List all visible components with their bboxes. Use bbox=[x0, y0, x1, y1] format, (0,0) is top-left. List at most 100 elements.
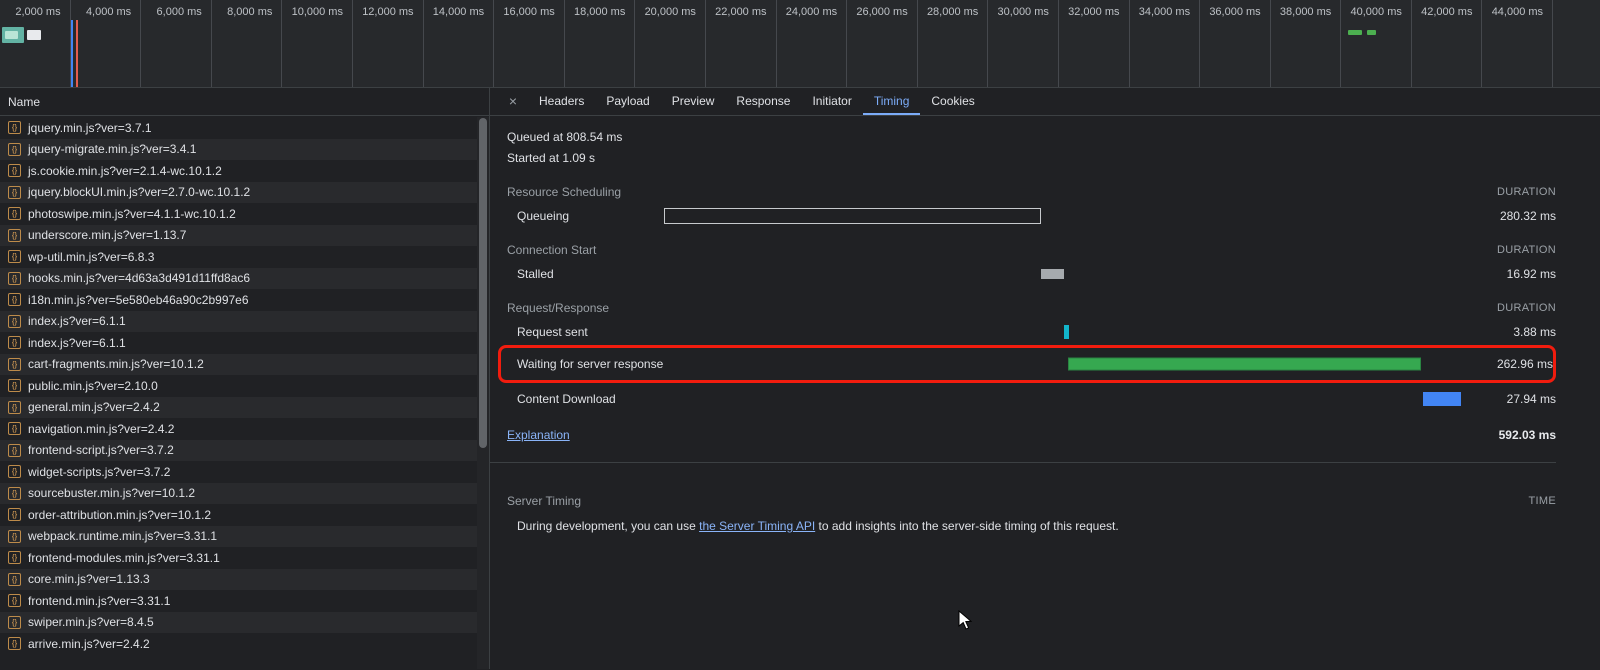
request-row[interactable]: {}sourcebuster.min.js?ver=10.1.2 bbox=[0, 483, 477, 505]
request-row[interactable]: {}underscore.min.js?ver=1.13.7 bbox=[0, 225, 477, 247]
script-file-icon: {} bbox=[8, 293, 21, 306]
request-name: frontend-script.js?ver=3.7.2 bbox=[28, 443, 174, 457]
timeline-ruler: 2,000 ms4,000 ms6,000 ms8,000 ms10,000 m… bbox=[0, 0, 1600, 87]
request-name: core.min.js?ver=1.13.3 bbox=[28, 572, 150, 586]
script-file-icon: {} bbox=[8, 530, 21, 543]
request-row[interactable]: {} jquery.min.js?ver=3.7.1 bbox=[0, 117, 477, 139]
request-row[interactable]: {}js.cookie.min.js?ver=2.1.4-wc.10.1.2 bbox=[0, 160, 477, 182]
timeline-tick-label: 12,000 ms bbox=[353, 0, 424, 87]
script-file-icon: {} bbox=[8, 508, 21, 521]
close-icon[interactable]: × bbox=[498, 88, 528, 115]
request-row[interactable]: {}jquery-migrate.min.js?ver=3.4.1 bbox=[0, 139, 477, 161]
request-row[interactable]: {}frontend-script.js?ver=3.7.2 bbox=[0, 440, 477, 462]
timing-section-header: Request/ResponseDURATION bbox=[490, 300, 1556, 316]
timing-bar-track bbox=[664, 261, 1461, 287]
request-name: index.js?ver=6.1.1 bbox=[28, 336, 126, 350]
timing-bar-waiting-for-server-response bbox=[1068, 358, 1421, 371]
request-row[interactable]: {} index.js?ver=6.1.1 bbox=[0, 332, 477, 354]
server-timing-api-link[interactable]: the Server Timing API bbox=[699, 519, 815, 533]
request-row[interactable]: {}public.min.js?ver=2.10.0 bbox=[0, 375, 477, 397]
name-column-header[interactable]: Name bbox=[0, 88, 489, 116]
tab-headers[interactable]: Headers bbox=[528, 88, 595, 115]
request-row[interactable]: {}navigation.min.js?ver=2.4.2 bbox=[0, 418, 477, 440]
timeline-tick-label: 18,000 ms bbox=[565, 0, 636, 87]
request-name: jquery-migrate.min.js?ver=3.4.1 bbox=[28, 142, 196, 156]
request-row[interactable]: {}general.min.js?ver=2.4.2 bbox=[0, 397, 477, 419]
script-file-icon: {} bbox=[8, 250, 21, 263]
timeline-tick-label: 16,000 ms bbox=[494, 0, 565, 87]
tab-payload[interactable]: Payload bbox=[595, 88, 660, 115]
request-name: cart-fragments.min.js?ver=10.1.2 bbox=[28, 357, 204, 371]
request-name: i18n.min.js?ver=5e580eb46a90c2b997e6 bbox=[28, 293, 249, 307]
request-row[interactable]: {}swiper.min.js?ver=8.4.5 bbox=[0, 612, 477, 634]
request-name: widget-scripts.js?ver=3.7.2 bbox=[28, 465, 170, 479]
timing-duration: 27.94 ms bbox=[1461, 392, 1556, 406]
server-timing-header: Server Timing TIME bbox=[490, 493, 1556, 509]
requests-scrollbar[interactable] bbox=[477, 117, 489, 669]
request-row[interactable]: {} order-attribution.min.js?ver=10.1.2 bbox=[0, 504, 477, 526]
tab-preview[interactable]: Preview bbox=[661, 88, 726, 115]
timing-bar-track bbox=[664, 348, 1458, 380]
request-name: webpack.runtime.min.js?ver=3.31.1 bbox=[28, 529, 217, 543]
detail-tabbar: × HeadersPayloadPreviewResponseInitiator… bbox=[490, 88, 1600, 116]
section-title: Connection Start bbox=[507, 242, 596, 258]
timing-bar-stalled bbox=[1041, 269, 1064, 279]
duration-column-header: DURATION bbox=[1497, 300, 1556, 316]
request-row[interactable]: {}wp-util.min.js?ver=6.8.3 bbox=[0, 246, 477, 268]
script-file-icon: {} bbox=[8, 487, 21, 500]
script-file-icon: {} bbox=[8, 121, 21, 134]
name-column-label: Name bbox=[8, 95, 40, 109]
timeline-tick-label: 24,000 ms bbox=[777, 0, 848, 87]
timing-duration: 280.32 ms bbox=[1461, 209, 1556, 223]
total-duration: 592.03 ms bbox=[1499, 428, 1556, 442]
request-row[interactable]: {}index.js?ver=6.1.1 bbox=[0, 311, 477, 333]
request-row[interactable]: {}arrive.min.js?ver=2.4.2 bbox=[0, 633, 477, 655]
tab-initiator[interactable]: Initiator bbox=[801, 88, 862, 115]
timeline-tick-label: 32,000 ms bbox=[1059, 0, 1130, 87]
tab-response[interactable]: Response bbox=[725, 88, 801, 115]
request-name: jquery.min.js?ver=3.7.1 bbox=[28, 121, 152, 135]
request-row[interactable]: {} frontend.min.js?ver=3.31.1 bbox=[0, 590, 477, 612]
request-name: order-attribution.min.js?ver=10.1.2 bbox=[28, 508, 211, 522]
request-name: arrive.min.js?ver=2.4.2 bbox=[28, 637, 150, 651]
timing-label: Queueing bbox=[490, 209, 664, 223]
request-name: navigation.min.js?ver=2.4.2 bbox=[28, 422, 174, 436]
timing-section-header: Resource SchedulingDURATION bbox=[490, 184, 1556, 200]
explanation-link[interactable]: Explanation bbox=[507, 428, 570, 442]
timing-label: Request sent bbox=[490, 325, 664, 339]
request-name: index.js?ver=6.1.1 bbox=[28, 314, 126, 328]
overview-activity-bar bbox=[27, 30, 41, 40]
script-file-icon: {} bbox=[8, 336, 21, 349]
request-name: frontend.min.js?ver=3.31.1 bbox=[28, 594, 170, 608]
request-row[interactable]: {}cart-fragments.min.js?ver=10.1.2 bbox=[0, 354, 477, 376]
script-file-icon: {} bbox=[8, 551, 21, 564]
tab-cookies[interactable]: Cookies bbox=[920, 88, 985, 115]
timeline-tick-label: 10,000 ms bbox=[282, 0, 353, 87]
server-timing-text-after: to add insights into the server-side tim… bbox=[815, 519, 1119, 533]
timing-bar-request-sent bbox=[1064, 325, 1069, 339]
section-title: Resource Scheduling bbox=[507, 184, 621, 200]
request-name: jquery.blockUI.min.js?ver=2.7.0-wc.10.1.… bbox=[28, 185, 250, 199]
request-row[interactable]: {} i18n.min.js?ver=5e580eb46a90c2b997e6 bbox=[0, 289, 477, 311]
request-row[interactable]: {}jquery.blockUI.min.js?ver=2.7.0-wc.10.… bbox=[0, 182, 477, 204]
tab-timing[interactable]: Timing bbox=[863, 88, 921, 115]
request-row[interactable]: {}hooks.min.js?ver=4d63a3d491d11ffd8ac6 bbox=[0, 268, 477, 290]
request-row[interactable]: {}frontend-modules.min.js?ver=3.31.1 bbox=[0, 547, 477, 569]
server-timing-text-before: During development, you can use bbox=[517, 519, 699, 533]
timing-section-header: Connection StartDURATION bbox=[490, 242, 1556, 258]
request-row[interactable]: {} webpack.runtime.min.js?ver=3.31.1 bbox=[0, 526, 477, 548]
request-row[interactable]: {}widget-scripts.js?ver=3.7.2 bbox=[0, 461, 477, 483]
started-at-text: Started at 1.09 s bbox=[490, 151, 1556, 165]
script-file-icon: {} bbox=[8, 401, 21, 414]
network-overview-timeline[interactable]: 2,000 ms4,000 ms6,000 ms8,000 ms10,000 m… bbox=[0, 0, 1600, 88]
timeline-tick-label: 6,000 ms bbox=[141, 0, 212, 87]
script-file-icon: {} bbox=[8, 272, 21, 285]
request-row[interactable]: {}core.min.js?ver=1.13.3 bbox=[0, 569, 477, 591]
timing-bar-queueing bbox=[664, 208, 1041, 224]
timing-label: Stalled bbox=[490, 267, 664, 281]
scrollbar-thumb[interactable] bbox=[479, 118, 487, 448]
server-timing-text: During development, you can use the Serv… bbox=[490, 519, 1556, 533]
script-file-icon: {} bbox=[8, 164, 21, 177]
request-row[interactable]: {}photoswipe.min.js?ver=4.1.1-wc.10.1.2 bbox=[0, 203, 477, 225]
script-file-icon: {} bbox=[8, 594, 21, 607]
